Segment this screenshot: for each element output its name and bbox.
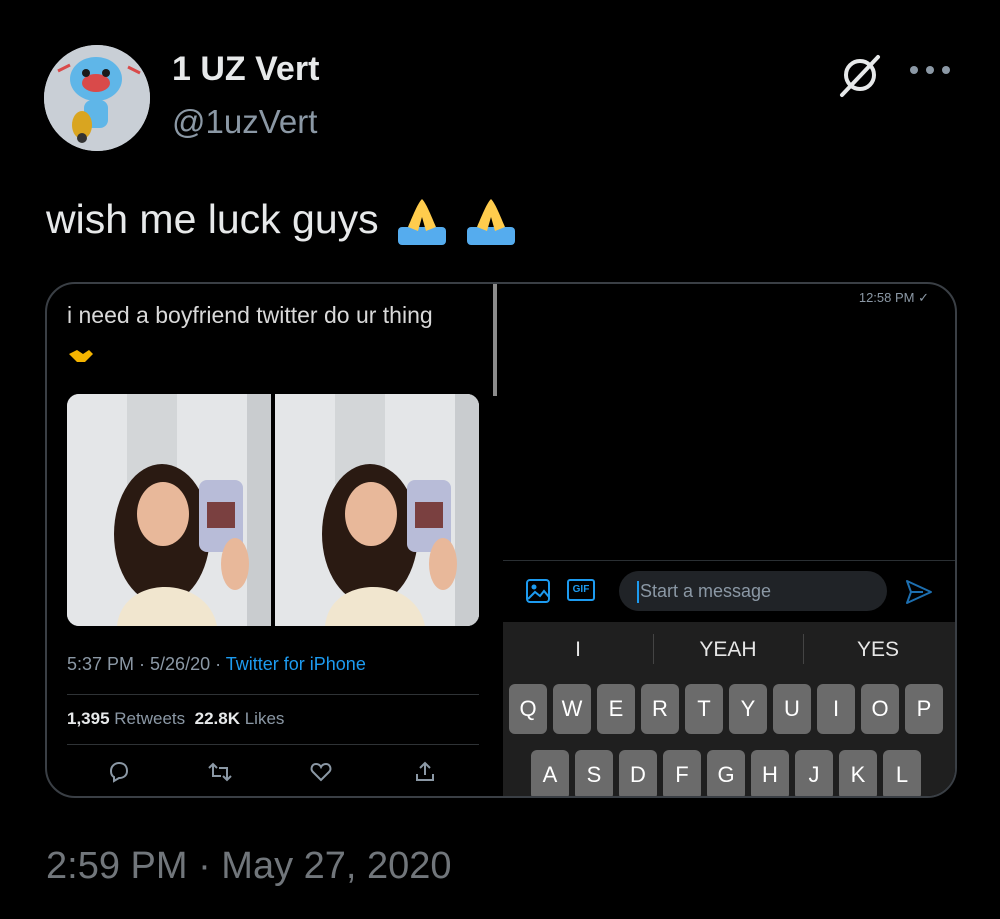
key-s[interactable]: S xyxy=(575,750,613,796)
embedded-screenshot[interactable]: i need a boyfriend twitter do ur thing 5… xyxy=(45,282,957,798)
share-icon[interactable] xyxy=(413,760,437,784)
suggestion-3[interactable]: YES xyxy=(803,638,953,662)
reply-icon[interactable] xyxy=(107,760,131,784)
dm-sent-time: 12:58 PM ✓ xyxy=(858,290,929,305)
key-u[interactable]: U xyxy=(773,684,811,734)
message-input[interactable]: Start a message xyxy=(619,571,887,611)
dm-composer: GIF Start a message xyxy=(503,560,955,623)
key-y[interactable]: Y xyxy=(729,684,767,734)
likes-count: 22.8K xyxy=(194,709,240,728)
key-a[interactable]: A xyxy=(531,750,569,796)
divider xyxy=(67,694,479,695)
key-o[interactable]: O xyxy=(861,684,899,734)
key-r[interactable]: R xyxy=(641,684,679,734)
key-p[interactable]: P xyxy=(905,684,943,734)
retweet-icon[interactable] xyxy=(207,760,233,784)
key-h[interactable]: H xyxy=(751,750,789,796)
tweet-text: wish me luck guys xyxy=(46,196,517,247)
more-icon[interactable] xyxy=(908,64,952,76)
key-k[interactable]: K xyxy=(839,750,877,796)
display-name[interactable]: 1 UZ Vert xyxy=(172,50,319,89)
key-j[interactable]: J xyxy=(795,750,833,796)
retweets-label[interactable]: Retweets xyxy=(114,709,185,728)
key-f[interactable]: F xyxy=(663,750,701,796)
key-e[interactable]: E xyxy=(597,684,635,734)
divider xyxy=(67,744,479,745)
folded-hands-icon xyxy=(398,199,447,246)
handle[interactable]: @1uzVert xyxy=(172,103,317,141)
photo-image xyxy=(275,394,479,626)
engagement-stats: 1,395 Retweets 22.8K Likes xyxy=(67,709,284,729)
key-l[interactable]: L xyxy=(883,750,921,796)
grok-icon[interactable] xyxy=(836,52,884,98)
handshake-icon xyxy=(69,349,93,362)
quoted-tweet-body: i need a boyfriend twitter do ur thing xyxy=(67,302,433,328)
quoted-tweet-meta: 5:37 PM · 5/26/20 · Twitter for iPhone xyxy=(67,654,366,675)
quoted-tweet-time: 5:37 PM · 5/26/20 · xyxy=(67,654,226,674)
quoted-tweet-text: i need a boyfriend twitter do ur thing xyxy=(67,296,447,374)
key-t[interactable]: T xyxy=(685,684,723,734)
photo-image xyxy=(67,394,271,626)
scroll-indicator xyxy=(493,284,497,396)
text-caret xyxy=(637,581,639,604)
photo[interactable] xyxy=(275,394,479,626)
key-i[interactable]: I xyxy=(817,684,855,734)
avatar[interactable] xyxy=(44,45,150,151)
key-w[interactable]: W xyxy=(553,684,591,734)
key-q[interactable]: Q xyxy=(509,684,547,734)
source-link[interactable]: Twitter for iPhone xyxy=(226,654,366,674)
likes-label[interactable]: Likes xyxy=(245,709,285,728)
tweet-body: wish me luck guys xyxy=(46,196,379,242)
photo[interactable] xyxy=(67,394,271,626)
message-placeholder: Start a message xyxy=(640,581,772,601)
send-icon[interactable] xyxy=(905,579,933,605)
tweet-timestamp[interactable]: 2:59 PM · May 27, 2020 xyxy=(46,845,452,888)
retweets-count: 1,395 xyxy=(67,709,110,728)
keyboard: I YEAH YES Q W E R T Y U I O P A S D F G… xyxy=(503,622,955,796)
gif-icon[interactable]: GIF xyxy=(567,579,595,601)
like-icon[interactable] xyxy=(309,760,333,784)
image-icon[interactable] xyxy=(525,578,551,604)
suggestion-1[interactable]: I xyxy=(503,638,653,662)
key-g[interactable]: G xyxy=(707,750,745,796)
suggestion-2[interactable]: YEAH xyxy=(653,638,803,662)
folded-hands-icon xyxy=(467,199,516,246)
key-d[interactable]: D xyxy=(619,750,657,796)
avatar-image xyxy=(44,45,150,151)
